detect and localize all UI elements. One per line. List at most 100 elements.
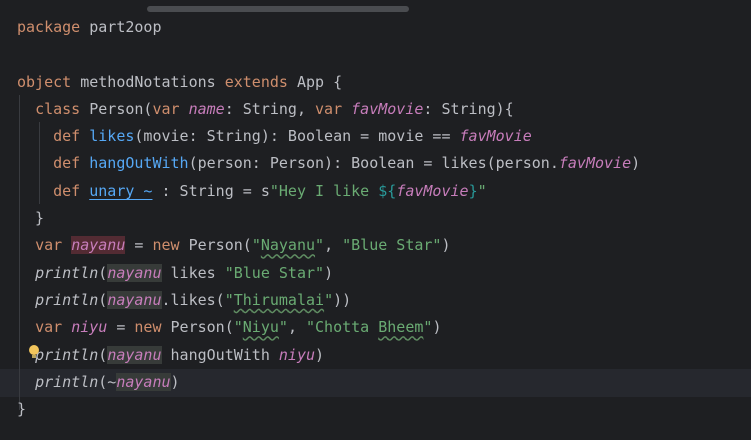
code-line[interactable]: } bbox=[0, 396, 751, 423]
code-token: println bbox=[35, 290, 99, 309]
code-line[interactable]: println(~nayanu) bbox=[0, 369, 751, 396]
code-token: (person: Person): Boolean = likes(person… bbox=[188, 154, 559, 173]
code-token: App { bbox=[287, 72, 343, 91]
code-token: nayanu bbox=[107, 345, 162, 364]
code-token: ${ bbox=[378, 181, 397, 200]
code-token: = bbox=[107, 318, 135, 337]
code-line[interactable]: println(nayanu hangOutWith niyu) bbox=[0, 342, 751, 369]
code-token: " bbox=[278, 318, 288, 337]
code-line[interactable]: println(nayanu.likes("Thirumalai")) bbox=[0, 287, 751, 314]
code-token: niyu bbox=[71, 318, 108, 337]
code-token: def bbox=[53, 181, 81, 200]
code-line[interactable]: package part2oop bbox=[0, 14, 751, 41]
code-token: )) bbox=[333, 290, 352, 309]
code-token: ) bbox=[441, 236, 451, 255]
code-token: "Blue Star" bbox=[224, 263, 325, 282]
code-line[interactable]: } bbox=[0, 205, 751, 232]
code-token: : String = s bbox=[152, 181, 270, 200]
code-token: .likes( bbox=[161, 290, 225, 309]
code-token: Niyu bbox=[242, 318, 279, 337]
code-token: nayanu bbox=[116, 372, 171, 391]
code-token: } bbox=[17, 400, 27, 419]
code-token: Nayanu bbox=[260, 236, 316, 255]
code-token: , bbox=[287, 318, 306, 337]
code-line[interactable]: def unary_~ : String = s"Hey I like ${fa… bbox=[0, 178, 751, 205]
code-token: niyu bbox=[278, 345, 316, 364]
code-token: println bbox=[35, 372, 99, 391]
code-token: "Blue Star" bbox=[342, 236, 442, 255]
code-token: nayanu bbox=[107, 290, 162, 309]
code-line[interactable]: println(nayanu likes "Blue Star") bbox=[0, 260, 751, 287]
code-token: (~ bbox=[98, 372, 117, 391]
code-line[interactable]: def likes(movie: String): Boolean = movi… bbox=[0, 123, 751, 150]
code-token: var bbox=[315, 99, 343, 118]
code-token: ) bbox=[315, 345, 325, 364]
code-token: methodNotations bbox=[71, 72, 225, 91]
code-token: nayanu bbox=[71, 236, 126, 255]
code-line[interactable]: def hangOutWith(person: Person): Boolean… bbox=[0, 150, 751, 177]
code-token: ( bbox=[98, 290, 108, 309]
code-token: nayanu bbox=[107, 263, 162, 282]
code-token: def bbox=[53, 154, 81, 173]
code-token: name bbox=[188, 99, 225, 118]
code-token: hangOutWith bbox=[161, 345, 279, 364]
code-token: favMovie bbox=[558, 154, 632, 173]
code-token: likes bbox=[89, 127, 135, 146]
code-token: favMovie bbox=[459, 127, 532, 146]
code-token: "Hey I like bbox=[269, 181, 379, 200]
code-token: } bbox=[17, 209, 45, 228]
code-token: println bbox=[35, 263, 99, 282]
code-token: var bbox=[152, 99, 180, 118]
code-token: var bbox=[35, 236, 63, 255]
code-line[interactable]: var niyu = new Person("Niyu", "Chotta Bh… bbox=[0, 314, 751, 341]
code-token: new bbox=[134, 318, 162, 337]
code-line[interactable]: object methodNotations extends App { bbox=[0, 69, 751, 96]
code-token: new bbox=[152, 236, 180, 255]
code-token: favMovie bbox=[351, 99, 424, 118]
code-token: Person( bbox=[80, 99, 153, 118]
code-token: } bbox=[468, 181, 478, 200]
code-token: hangOutWith bbox=[89, 154, 189, 173]
code-token: ) bbox=[432, 318, 442, 337]
code-token: ) bbox=[170, 372, 180, 391]
code-token: " bbox=[251, 236, 261, 255]
code-token: ( bbox=[98, 345, 108, 364]
code-token: : String, bbox=[224, 99, 316, 118]
code-token: part2oop bbox=[80, 18, 162, 36]
horizontal-scrollbar-thumb[interactable] bbox=[147, 6, 409, 12]
code-token: " bbox=[477, 181, 487, 200]
code-token: class bbox=[35, 99, 81, 118]
code-token: " bbox=[233, 318, 243, 337]
lightbulb-icon[interactable] bbox=[28, 345, 40, 359]
code-token: favMovie bbox=[396, 181, 469, 200]
code-token: object bbox=[17, 72, 72, 91]
code-token: : String){ bbox=[423, 99, 514, 118]
code-token: Thirumalai bbox=[233, 290, 325, 309]
code-token: ( bbox=[98, 263, 108, 282]
code-token: ) bbox=[324, 263, 334, 282]
code-token: Person( bbox=[179, 236, 252, 255]
code-token: println bbox=[35, 345, 99, 364]
code-token: Person( bbox=[161, 318, 234, 337]
code-token: unary_~ bbox=[89, 181, 153, 200]
code-token: def bbox=[53, 127, 81, 146]
code-line[interactable] bbox=[0, 41, 751, 68]
code-line[interactable]: var nayanu = new Person("Nayanu", "Blue … bbox=[0, 232, 751, 259]
code-line[interactable]: class Person(var name: String, var favMo… bbox=[0, 96, 751, 123]
code-token: = bbox=[125, 236, 153, 255]
code-editor[interactable]: package part2oop object methodNotations … bbox=[0, 14, 751, 423]
code-token: Bheem bbox=[378, 318, 424, 337]
